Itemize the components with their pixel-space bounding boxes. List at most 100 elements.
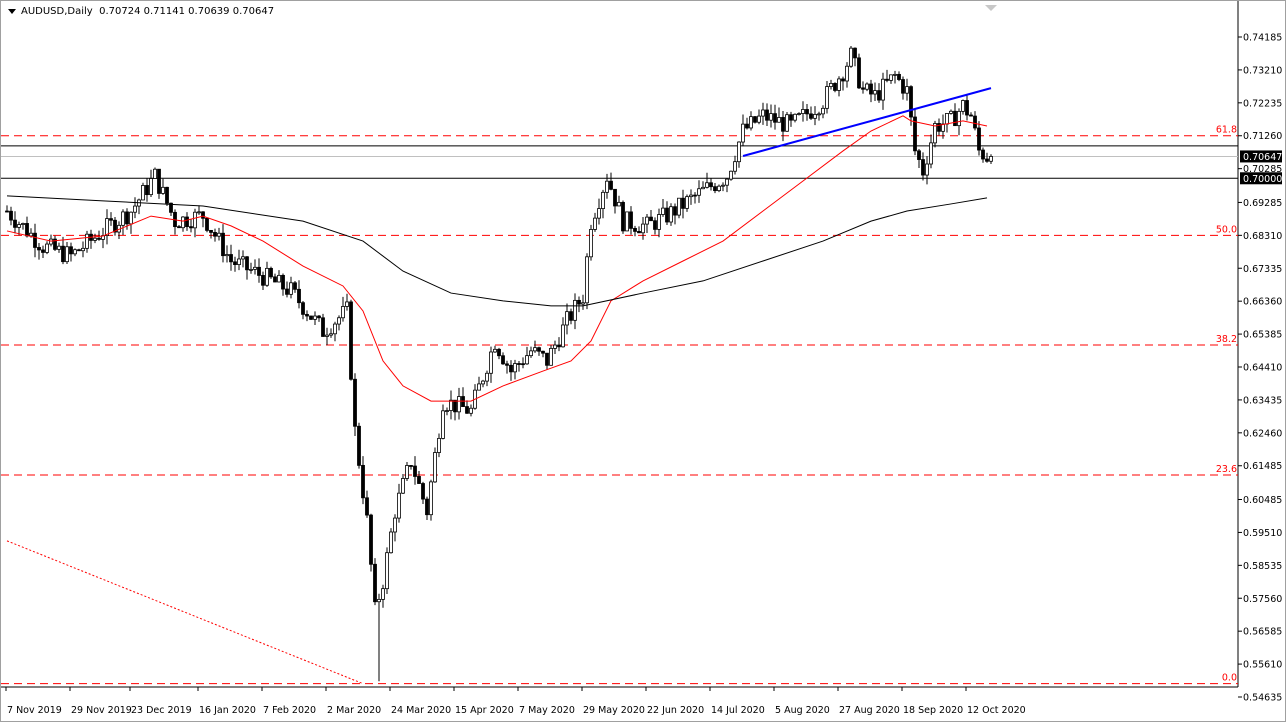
candle-bear (270, 268, 273, 276)
candle-bear (14, 220, 17, 227)
candle-bear (98, 238, 101, 239)
candle-bear (306, 314, 309, 316)
price-tick-label: 0.63435 (1243, 395, 1282, 406)
candle-bear (806, 109, 809, 113)
candle-bear (6, 211, 9, 212)
candle-bull (378, 599, 381, 601)
candle-bull (82, 248, 85, 250)
candle-bear (38, 247, 41, 249)
candle-bull (830, 83, 833, 86)
candle-bear (790, 115, 793, 120)
price-tick-label: 0.60485 (1243, 495, 1282, 506)
candle-bear (126, 212, 129, 224)
ohlc-low: 0.70639 (188, 6, 229, 17)
candle-bull (786, 115, 789, 132)
candle-bear (374, 564, 377, 601)
dropdown-triangle-icon[interactable] (8, 9, 16, 14)
level-price-label: 0.70000 (1243, 174, 1282, 185)
moving-average-slow (7, 196, 987, 306)
candle-bear (746, 124, 749, 128)
candle-bear (202, 212, 205, 218)
candle-bear (666, 208, 669, 222)
fib-level-label: 50.0 (1216, 224, 1237, 235)
candle-bear (558, 345, 561, 347)
candle-bear (954, 111, 957, 125)
candle-bear (366, 498, 369, 515)
candle-bull (50, 239, 53, 244)
candle-bull (926, 164, 929, 175)
fib-level-label: 61.8 (1216, 125, 1237, 136)
candle-bear (858, 58, 861, 88)
candle-bull (778, 117, 781, 122)
candle-bull (722, 185, 725, 186)
candle-bear (766, 110, 769, 120)
candle-bull (566, 312, 569, 325)
candle-bull (802, 109, 805, 113)
candle-bull (698, 189, 701, 196)
ohlc-close: 0.70647 (233, 6, 274, 17)
candle-bear (42, 250, 45, 253)
candle-bull (562, 325, 565, 347)
candle-bull (962, 101, 965, 112)
candle-bear (970, 115, 973, 116)
candle-bear (694, 195, 697, 196)
candle-bear (710, 183, 713, 187)
candle-bull (606, 181, 609, 192)
candle-bull (534, 348, 537, 351)
date-tick-label: 23 Dec 2019 (131, 705, 192, 716)
candle-bear (282, 275, 285, 289)
price-tick-label: 0.61485 (1243, 461, 1282, 472)
candle-bear (546, 353, 549, 365)
candle-bull (494, 349, 497, 352)
candle-bear (414, 466, 417, 476)
candle-bear (350, 302, 353, 379)
candle-bear (902, 80, 905, 94)
candle-bear (310, 316, 313, 319)
candle-bear (542, 351, 545, 353)
candle-bull (482, 381, 485, 384)
candle-bear (246, 257, 249, 270)
date-tick-label: 18 Sep 2020 (903, 705, 963, 716)
candle-bull (266, 268, 269, 285)
candle-bull (386, 553, 389, 589)
candle-bull (406, 465, 409, 478)
price-tick-label: 0.64410 (1243, 363, 1282, 374)
candle-bull (326, 335, 329, 336)
candle-bull (594, 218, 597, 229)
candle-bull (906, 87, 909, 94)
candle-bear (166, 187, 169, 203)
candle-bear (418, 476, 421, 483)
candle-bear (922, 160, 925, 176)
price-tick-label: 0.57560 (1243, 594, 1282, 605)
candle-bear (510, 365, 513, 372)
candle-bull (718, 186, 721, 190)
moving-average-fast (7, 116, 987, 401)
candle-bull (430, 482, 433, 515)
candle-bull (94, 238, 97, 240)
date-tick-label: 27 Aug 2020 (839, 705, 900, 716)
candle-bull (162, 187, 165, 193)
date-tick-label: 29 May 2020 (583, 705, 645, 716)
candle-bear (978, 128, 981, 150)
candle-bull (866, 84, 869, 89)
price-tick-label: 0.74185 (1243, 33, 1282, 44)
candle-bear (70, 247, 73, 254)
candle-bull (342, 306, 345, 317)
candle-bull (598, 209, 601, 219)
candle-bear (234, 262, 237, 265)
price-chart[interactable]: 61.850.038.223.60.00.741850.732100.72235… (1, 1, 1286, 723)
candle-bear (302, 303, 305, 315)
candle-bull (486, 373, 489, 381)
candle-bull (330, 334, 333, 335)
candle-bull (338, 318, 341, 324)
candle-bull (390, 532, 393, 553)
candle-bear (206, 218, 209, 230)
price-tick-label: 0.72235 (1243, 98, 1282, 109)
candle-bull (490, 352, 493, 373)
candle-bear (294, 283, 297, 290)
candle-bear (774, 114, 777, 123)
candle-bull (458, 397, 461, 412)
candle-bull (58, 246, 61, 249)
dotted-trendline (7, 541, 363, 684)
chart-window[interactable]: AUDUSD,Daily 0.70724 0.71141 0.70639 0.7… (0, 0, 1286, 722)
